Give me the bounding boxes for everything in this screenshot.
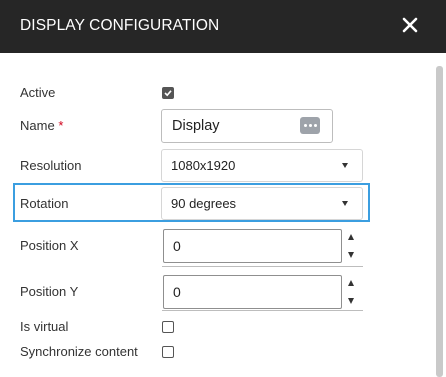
- required-marker: *: [58, 118, 64, 133]
- position-y-value: 0: [173, 284, 181, 300]
- decrement-arrow-icon[interactable]: [348, 298, 354, 304]
- rotation-label: Rotation: [20, 196, 69, 211]
- position-x-input[interactable]: 0: [163, 229, 342, 263]
- chevron-down-icon: [342, 163, 348, 168]
- close-icon[interactable]: [401, 16, 419, 34]
- position-x-underline: [162, 266, 363, 267]
- name-field-value: Display: [172, 118, 220, 134]
- position-x-label: Position X: [20, 238, 79, 253]
- rotation-select-value: 90 degrees: [171, 196, 237, 211]
- position-y-stepper[interactable]: [343, 274, 362, 310]
- synchronize-content-checkbox[interactable]: [162, 346, 174, 358]
- is-virtual-label: Is virtual: [20, 319, 69, 334]
- dialog-title: DISPLAY CONFIGURATION: [20, 17, 220, 34]
- active-checkbox[interactable]: [162, 87, 174, 99]
- resolution-select-value: 1080x1920: [171, 158, 236, 173]
- scrollbar[interactable]: [436, 66, 443, 377]
- more-dots-icon[interactable]: [300, 117, 320, 134]
- synchronize-content-label: Synchronize content: [20, 344, 138, 359]
- name-label: Name *: [20, 118, 63, 133]
- decrement-arrow-icon[interactable]: [348, 252, 354, 258]
- name-label-text: Name: [20, 118, 55, 133]
- is-virtual-checkbox[interactable]: [162, 321, 174, 333]
- active-label: Active: [20, 85, 56, 100]
- resolution-select[interactable]: 1080x1920: [161, 149, 363, 182]
- chevron-down-icon: [342, 201, 348, 206]
- rotation-select[interactable]: 90 degrees: [161, 187, 363, 220]
- position-y-input[interactable]: 0: [163, 275, 342, 309]
- resolution-label: Resolution: [20, 158, 82, 173]
- name-field[interactable]: Display: [161, 109, 333, 143]
- position-x-value: 0: [173, 238, 181, 254]
- position-x-stepper[interactable]: [343, 228, 362, 264]
- dialog-header: DISPLAY CONFIGURATION: [0, 0, 446, 53]
- increment-arrow-icon[interactable]: [348, 234, 354, 240]
- increment-arrow-icon[interactable]: [348, 280, 354, 286]
- position-y-underline: [162, 310, 363, 311]
- position-y-label: Position Y: [20, 284, 79, 299]
